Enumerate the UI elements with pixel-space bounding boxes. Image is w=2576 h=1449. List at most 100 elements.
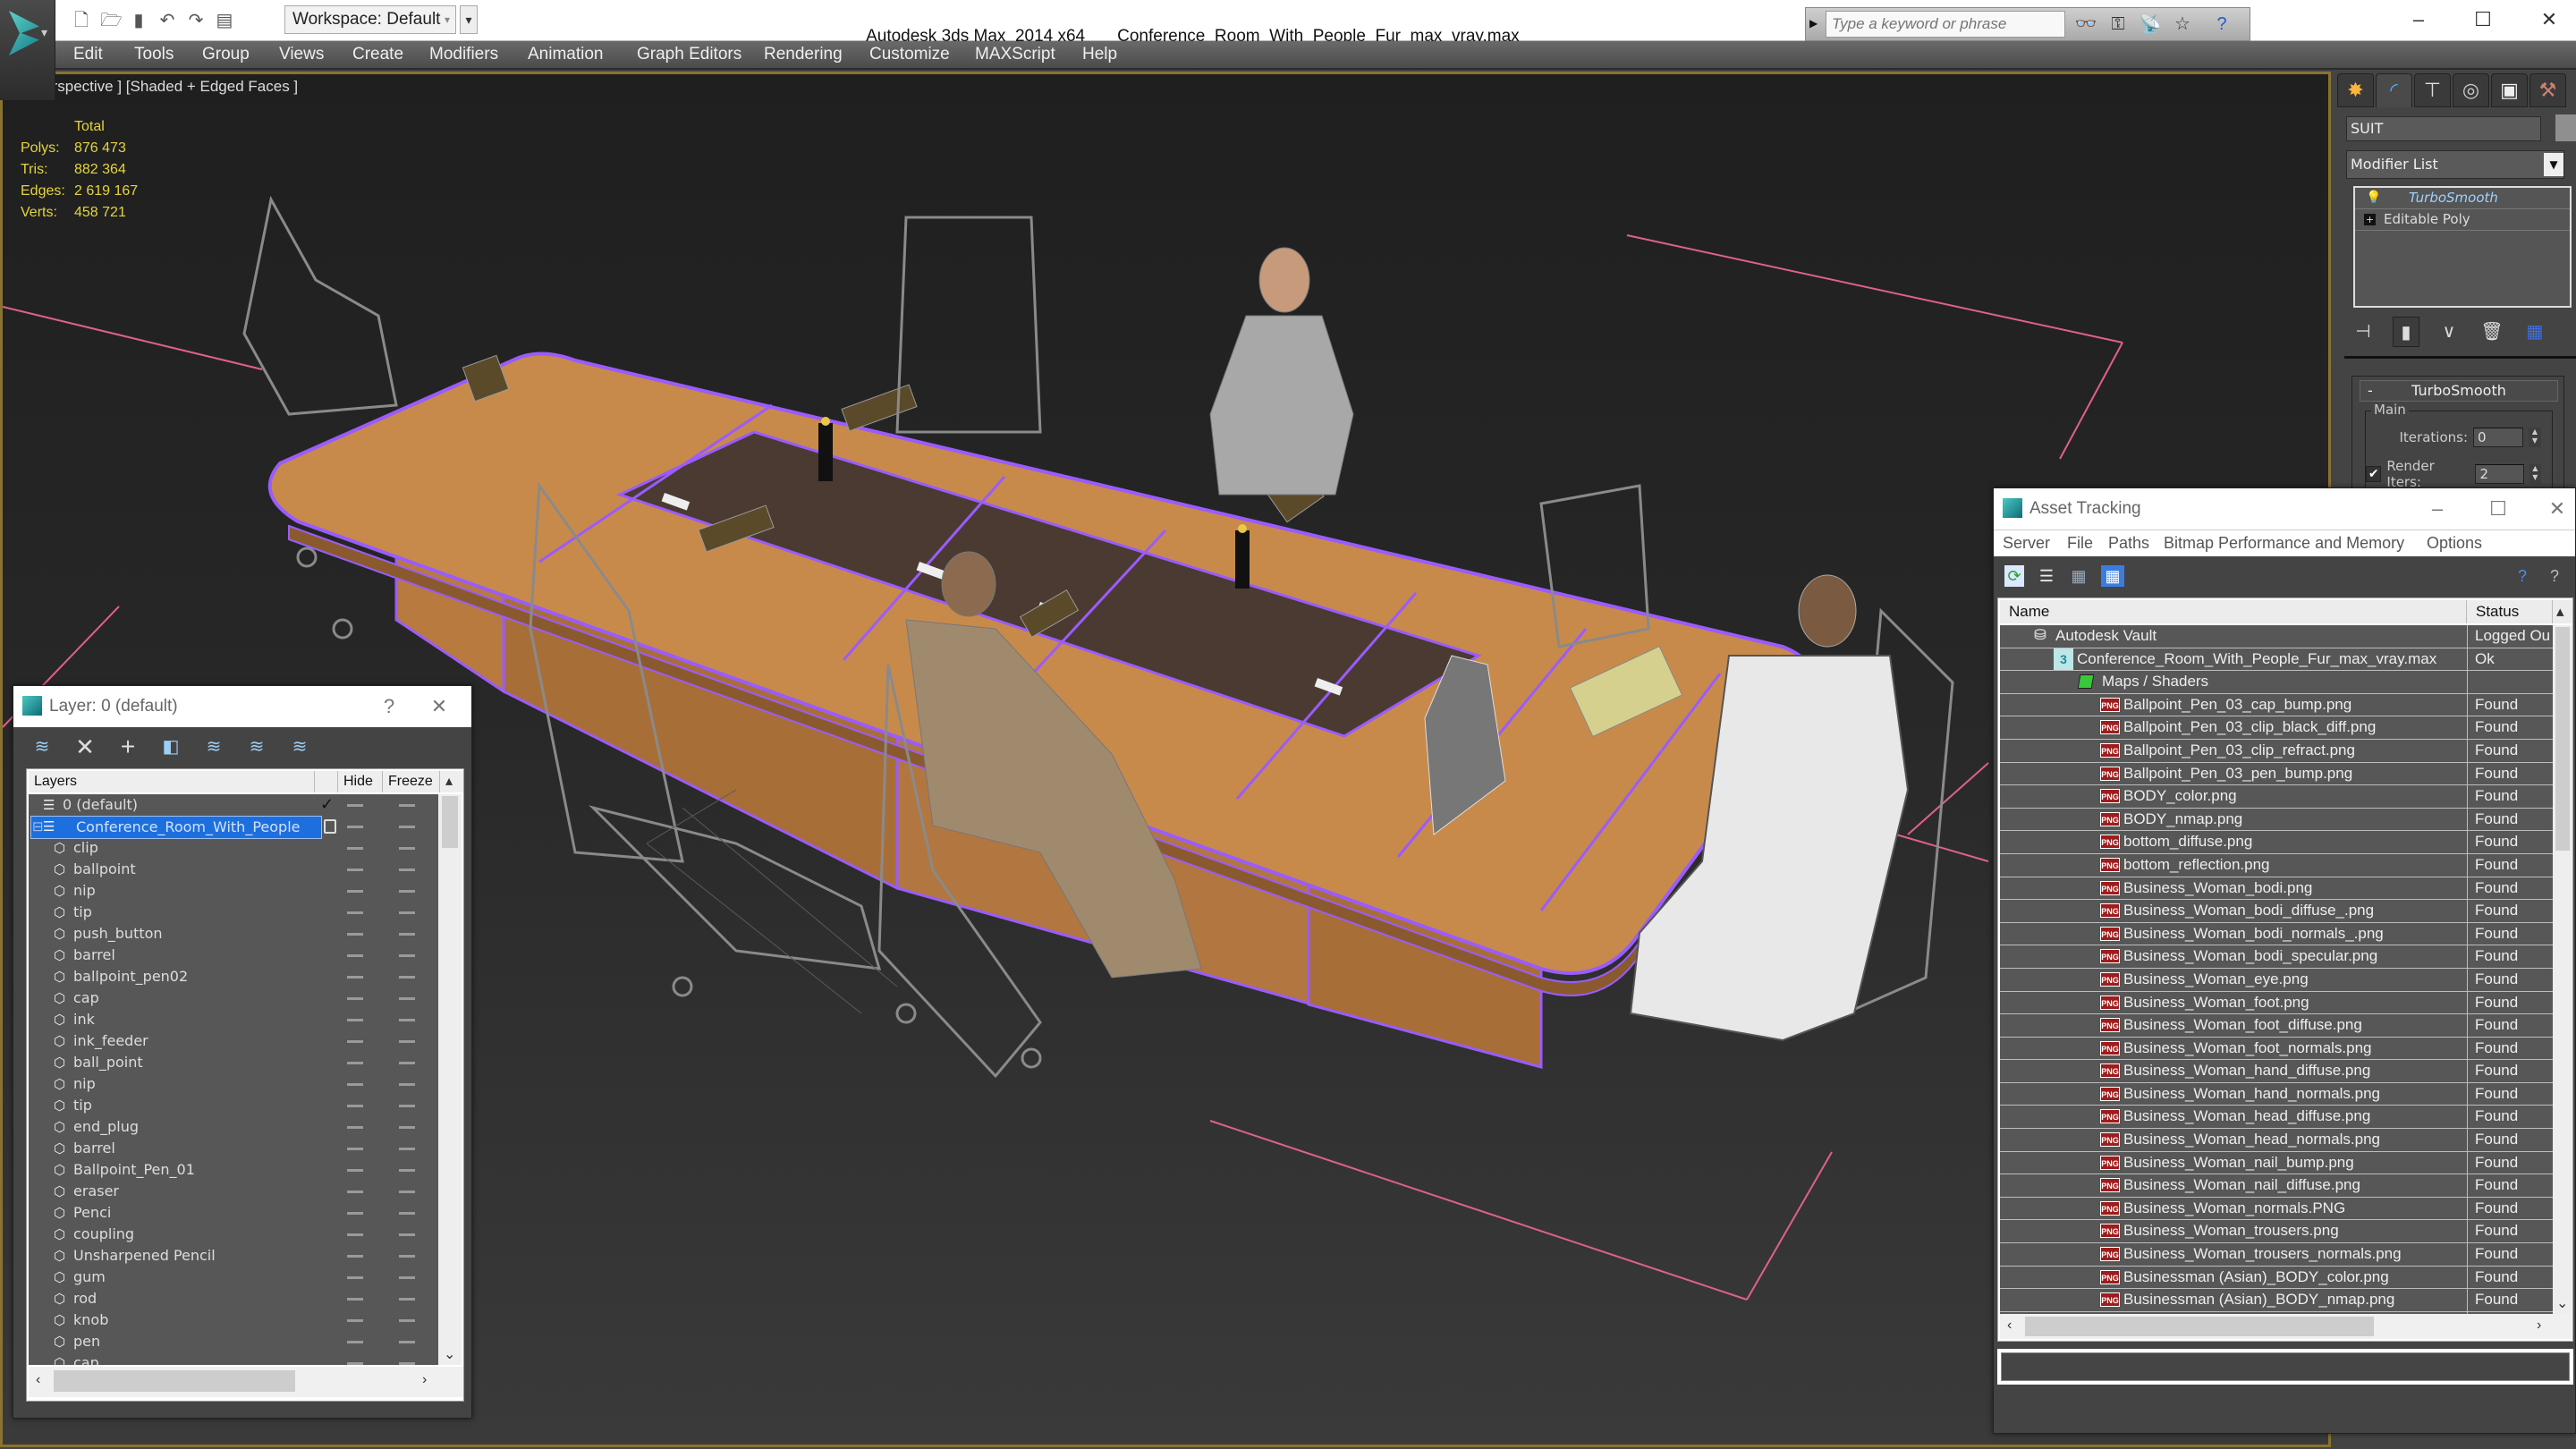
scroll-left-icon[interactable]: ‹: [2007, 1318, 2012, 1334]
hide-toggle[interactable]: [347, 804, 363, 807]
freeze-toggle[interactable]: [399, 954, 415, 957]
layer-row[interactable]: ⊟ ☰ Conference_Room_With_People: [29, 816, 438, 839]
freeze-toggle[interactable]: [399, 1341, 415, 1343]
column-status[interactable]: Status: [2467, 600, 2553, 623]
asset-row[interactable]: PNG Business_Woman_head_diffuse.png Found: [2000, 1106, 2553, 1130]
freeze-toggle[interactable]: [399, 826, 415, 828]
freeze-toggle[interactable]: [399, 1319, 415, 1322]
asset-row[interactable]: PNG bottom_reflection.png Found: [2000, 853, 2553, 877]
object-name-field[interactable]: SUIT: [2346, 116, 2541, 141]
hide-toggle[interactable]: [347, 826, 363, 828]
asset-row[interactable]: PNG Business_Woman_bodi_normals_.png Found: [2000, 922, 2553, 946]
motion-tab-icon[interactable]: ◎: [2453, 73, 2489, 107]
object-row[interactable]: ⬡ clip: [29, 837, 438, 859]
asset-row[interactable]: PNG Business_Woman_foot_normals.png Found: [2000, 1037, 2553, 1061]
freeze-toggle[interactable]: [399, 1083, 415, 1086]
freeze-toggle[interactable]: [399, 1169, 415, 1172]
asset-row[interactable]: PNG Business_Woman_eye.png Found: [2000, 968, 2553, 992]
hide-toggle[interactable]: [347, 1212, 363, 1215]
open-file-icon[interactable]: 🗁: [100, 11, 123, 30]
hide-toggle[interactable]: [347, 890, 363, 893]
rollout-header[interactable]: - TurboSmooth: [2360, 380, 2558, 402]
hide-toggle[interactable]: [347, 1019, 363, 1021]
freeze-toggle[interactable]: [399, 1233, 415, 1236]
column-active[interactable]: [315, 771, 338, 792]
make-unique-icon[interactable]: ∨: [2436, 317, 2462, 347]
hide-toggle[interactable]: [347, 1105, 363, 1107]
hide-toggle[interactable]: [347, 1191, 363, 1193]
menu-customize[interactable]: Customize: [869, 45, 950, 64]
hide-toggle[interactable]: [347, 911, 363, 914]
object-row[interactable]: ⬡ barrel: [29, 945, 438, 966]
create-tab-icon[interactable]: ✸: [2337, 73, 2374, 107]
asset-row[interactable]: PNG Businessman (Asian)_BODY_nmap.png Foun…: [2000, 1289, 2553, 1312]
object-row[interactable]: ⬡ coupling: [29, 1224, 438, 1245]
menu-edit[interactable]: Edit: [73, 45, 103, 64]
vertical-scrollbar[interactable]: ⌄: [2553, 625, 2572, 1314]
object-row[interactable]: ⬡ cap: [29, 1352, 438, 1365]
stack-item-turbosmooth[interactable]: 💡 TurboSmooth: [2355, 188, 2570, 209]
object-row[interactable]: ⬡ rod: [29, 1288, 438, 1309]
menu-file[interactable]: File: [2067, 534, 2093, 553]
object-row[interactable]: ⬡ nip: [29, 880, 438, 902]
utilities-tab-icon[interactable]: ⚒: [2529, 73, 2566, 107]
object-row[interactable]: ⬡ ink_feeder: [29, 1030, 438, 1052]
object-row[interactable]: ⬡ pen: [29, 1331, 438, 1352]
menu-options[interactable]: Options: [2427, 534, 2482, 553]
asset-row[interactable]: ⛁ Autodesk Vault Logged Ou: [2000, 625, 2553, 648]
spinner-arrows-icon[interactable]: ▲ ▼: [2529, 428, 2541, 447]
object-row[interactable]: ⬡ Ballpoint_Pen_01: [29, 1159, 438, 1181]
menu-server[interactable]: Server: [2003, 534, 2050, 553]
undo-icon[interactable]: ↶: [157, 11, 177, 30]
redo-icon[interactable]: ↷: [186, 11, 206, 30]
help-icon[interactable]: ?: [2210, 12, 2233, 37]
binoculars-icon[interactable]: 👓: [2074, 12, 2097, 37]
asset-row[interactable]: PNG Business_Woman_hand_diffuse.png Found: [2000, 1060, 2553, 1083]
hide-toggle[interactable]: [347, 1255, 363, 1258]
menu-maxscript[interactable]: MAXScript: [975, 45, 1055, 64]
scroll-down-icon[interactable]: ⌄: [444, 1345, 455, 1363]
asset-row[interactable]: PNG BODY_color.png Found: [2000, 785, 2553, 809]
hierarchy-tab-icon[interactable]: ⊤: [2414, 73, 2451, 107]
freeze-toggle[interactable]: [399, 997, 415, 1000]
highlight-layer-icon[interactable]: ≋: [246, 734, 267, 759]
make-active-toggle[interactable]: [324, 819, 336, 834]
list-icon[interactable]: ☰: [2037, 565, 2056, 587]
maximize-button[interactable]: ☐: [2465, 4, 2501, 36]
hide-toggle[interactable]: [347, 1083, 363, 1086]
asset-row[interactable]: PNG Business_Woman_bodi_diffuse_.png Found: [2000, 900, 2553, 923]
hide-toggle[interactable]: [347, 1169, 363, 1172]
asset-row[interactable]: PNG Business_Woman_foot_diffuse.png Found: [2000, 1014, 2553, 1038]
hide-toggle[interactable]: [347, 869, 363, 871]
scroll-thumb[interactable]: [442, 796, 458, 848]
delete-layer-icon[interactable]: ✕: [74, 734, 96, 759]
object-row[interactable]: ⬡ ink: [29, 1009, 438, 1030]
create-layer-icon[interactable]: ≋: [31, 734, 53, 759]
asset-row[interactable]: PNG Ballpoint_Pen_03_clip_refract.png Foun…: [2000, 739, 2553, 763]
object-row[interactable]: ⬡ knob: [29, 1309, 438, 1331]
scroll-thumb[interactable]: [2025, 1317, 2374, 1336]
freeze-toggle[interactable]: [399, 1105, 415, 1107]
asset-row[interactable]: PNG Businessman (Asian)_BODY_color.png Fou…: [2000, 1266, 2553, 1290]
object-row[interactable]: ⬡ nip: [29, 1073, 438, 1095]
hide-toggle[interactable]: [347, 1341, 363, 1343]
menu-group[interactable]: Group: [202, 45, 250, 64]
freeze-toggle[interactable]: [399, 1298, 415, 1301]
scroll-thumb[interactable]: [2555, 627, 2570, 851]
minimize-button[interactable]: –: [2419, 488, 2455, 530]
help-web-icon[interactable]: ?: [2512, 565, 2532, 587]
satellite-icon[interactable]: 📡: [2139, 12, 2162, 37]
asset-row[interactable]: PNG Business_Woman_foot.png Found: [2000, 991, 2553, 1015]
show-end-result-icon[interactable]: ▮: [2393, 317, 2419, 347]
freeze-toggle[interactable]: [399, 1019, 415, 1021]
lightbulb-icon[interactable]: 💡: [2366, 188, 2381, 208]
expand-arrow-icon[interactable]: ▶: [1809, 17, 1818, 30]
freeze-toggle[interactable]: [399, 933, 415, 936]
close-button[interactable]: ✕: [2531, 4, 2567, 36]
hide-toggle[interactable]: [347, 1148, 363, 1150]
scroll-up-icon[interactable]: ▴: [2553, 600, 2572, 623]
object-row[interactable]: ⬡ tip: [29, 1095, 438, 1116]
column-hide[interactable]: Hide: [338, 771, 383, 792]
freeze-toggle[interactable]: [399, 890, 415, 893]
asset-row[interactable]: PNG Business_Woman_nail_diffuse.png Found: [2000, 1174, 2553, 1198]
